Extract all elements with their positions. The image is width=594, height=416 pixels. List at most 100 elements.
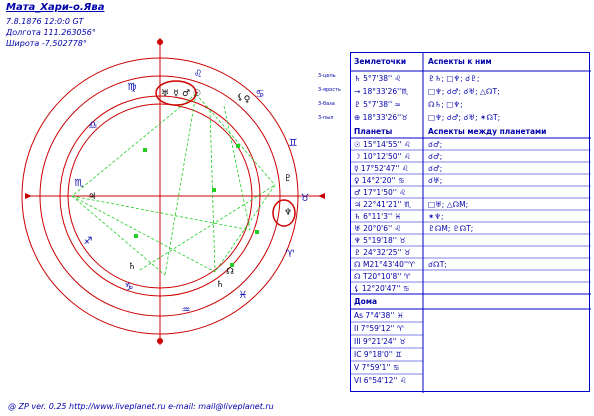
row-label: II 7°59'12'' ♈ xyxy=(354,324,404,333)
table-row: As 7°4'38'' ♓ xyxy=(354,311,404,321)
table-row: ♇ 5°7'38'' ≈ ☊♄; □♆; xyxy=(354,100,463,110)
row-label: IC 9°18'0'' ♊ xyxy=(354,350,402,359)
table-row: ♅ 20°0'6'' ♌ ♇☊М; ♇☊Т; xyxy=(354,224,473,234)
table-row: → 18°33'26''♏ □♆; ☌♂; ☌♅; △☊Т; xyxy=(354,87,500,97)
table-row: ♆ 5°19'18'' ♉ xyxy=(354,236,406,246)
sign-glyph: ♒ xyxy=(182,305,191,316)
planet-glyph: ♆ xyxy=(284,208,292,218)
table-row: VI 6°54'12'' ♌ xyxy=(354,376,407,386)
table-row: ♂ 17°1'50'' ♌ xyxy=(354,188,406,198)
sign-glyph: ♉ xyxy=(301,193,310,204)
aspect-lines xyxy=(71,93,276,276)
legend-item: 3-пыл xyxy=(318,115,333,121)
aspects-table: Землеточки Аспекты к ним Планеты Аспекты… xyxy=(350,52,591,393)
table-row: III 9°21'24'' ♉ xyxy=(354,337,406,347)
table-row: ♄ 5°7'38'' ♌ ♇♄; □♆; ☌♇; xyxy=(354,74,479,84)
row-label: ♃ 22°41'21'' ♏ xyxy=(354,200,411,209)
planet-glyph: ☊ xyxy=(226,267,234,277)
table-row: II 7°59'12'' ♈ xyxy=(354,324,404,334)
sign-glyph: ♍ xyxy=(128,82,137,93)
row-label: VI 6°54'12'' ♌ xyxy=(354,376,407,385)
row-aspects: ☌♂; xyxy=(428,152,443,161)
sign-glyph: ♈ xyxy=(286,249,295,260)
asc-arrow-icon xyxy=(25,193,32,199)
table-row: ♄ 6°11'3'' ♓ ✶♆; xyxy=(354,212,444,222)
aspect-line xyxy=(223,105,251,231)
table-row: ♇ 24°32'25'' ♉ xyxy=(354,248,411,258)
row-label: ♆ 5°19'18'' ♉ xyxy=(354,236,407,245)
aspect-line xyxy=(71,195,251,231)
aspect-line xyxy=(214,184,276,273)
aspect-marker xyxy=(143,148,147,152)
row-aspects: ☌♂; xyxy=(428,164,443,173)
table-row: ♃ 22°41'21'' ♏ □♅; △☊М; xyxy=(354,200,468,210)
row-aspects: □♆; ☌♂; ☌♅; △☊Т; xyxy=(428,87,500,96)
planet-glyph: ♃ xyxy=(88,192,96,202)
table-row: ⊕ 18°33'26''♉ □♆; ☌♂; ☌♅; ✶☊Т; xyxy=(354,113,500,123)
row-aspects: □♅; △☊М; xyxy=(428,200,469,209)
col-header: Аспекты к ним xyxy=(428,57,492,66)
table-row: ☊ М21°43'40''♈ ☌☊Т; xyxy=(354,260,447,270)
row-label: ☊ М21°43'40''♈ xyxy=(354,260,415,269)
planet-glyph: ♀ xyxy=(244,95,251,105)
table-row: V 7°59'1'' ♋ xyxy=(354,363,400,373)
aspect-marker xyxy=(134,234,138,238)
ic-marker-icon xyxy=(157,338,163,344)
houses-header: Дома xyxy=(354,297,377,306)
planet-glyph: ♄ xyxy=(128,262,136,272)
sign-glyph: ♋ xyxy=(256,89,265,100)
table-row: ♀ 14°2'20'' ♋ ☌♅; xyxy=(354,176,442,186)
row-label: ♄ 6°11'3'' ♓ xyxy=(354,212,402,221)
sign-glyph: ♌ xyxy=(194,69,203,80)
row-label: ⚸ 12°20'47'' ♋ xyxy=(354,284,410,293)
sign-glyph: ♑ xyxy=(125,282,134,293)
row-aspects: ☌☊Т; xyxy=(428,260,447,269)
col-header: Дома xyxy=(354,297,378,306)
earth-points-header: Землеточки Аспекты к ним xyxy=(354,57,492,66)
row-label: ♀ 14°2'20'' ♋ xyxy=(354,176,405,185)
planets-header: Планеты Аспекты между планетами xyxy=(354,127,546,136)
table-row: IC 9°18'0'' ♊ xyxy=(354,350,402,360)
aspect-line xyxy=(71,195,216,273)
row-label: ⊕ 18°33'26''♉ xyxy=(354,113,408,122)
aspect-marker xyxy=(255,230,259,234)
col-header: Планеты xyxy=(354,127,393,136)
sign-glyph: ♊ xyxy=(289,138,298,149)
sign-glyphs: ♌♋♊♉♈♓♒♑♐♏♎♍ xyxy=(75,69,310,316)
row-label: ☉ 15°14'55'' ♌ xyxy=(354,140,411,149)
row-label: III 9°21'24'' ♉ xyxy=(354,337,406,346)
row-label: ♄ 5°7'38'' ♌ xyxy=(354,74,402,83)
aspect-marker xyxy=(236,144,240,148)
row-label: ☽ 10°12'50'' ♌ xyxy=(354,152,411,161)
row-aspects: ☌♂; xyxy=(428,140,443,149)
aspect-marker xyxy=(212,188,216,192)
table-row: ☿ 17°52'47'' ♌ ☌♂; xyxy=(354,164,442,174)
row-label: As 7°4'38'' ♓ xyxy=(354,311,404,320)
sign-glyph: ♐ xyxy=(84,236,93,247)
legend-item: 3-цель xyxy=(318,73,336,79)
legend-item: 3-ярость xyxy=(318,87,341,93)
mc-marker-icon xyxy=(157,39,163,45)
sign-glyph: ♎ xyxy=(89,120,98,131)
row-label: ☊ Т20°10'8'' ♈ xyxy=(354,272,411,281)
planet-glyph: ♅ xyxy=(161,89,169,99)
row-label: ♂ 17°1'50'' ♌ xyxy=(354,188,407,197)
row-label: ♅ 20°0'6'' ♌ xyxy=(354,224,402,233)
row-aspects: ♇☊М; ♇☊Т; xyxy=(428,224,474,233)
row-aspects: ✶♆; xyxy=(428,212,444,221)
row-label: ☿ 17°52'47'' ♌ xyxy=(354,164,409,173)
table-row: ☽ 10°12'50'' ♌ ☌♂; xyxy=(354,152,442,162)
table-row: ☊ Т20°10'8'' ♈ xyxy=(354,272,411,282)
zodiac-wheel: ♌♋♊♉♈♓♒♑♐♏♎♍ ♅ ☿ ♂ ☉♀♇♆♄♃♄ ☊⚸ 3-цель 3-ярост… xyxy=(21,38,341,345)
row-aspects: ♇♄; □♆; ☌♇; xyxy=(428,74,480,83)
planet-glyph: ♄ xyxy=(216,280,224,290)
row-label: ♇ 5°7'38'' ≈ xyxy=(354,100,401,109)
sign-glyph: ♓ xyxy=(239,290,248,301)
row-aspects: □♆; ☌♂; ☌♅; ✶☊Т; xyxy=(428,113,501,122)
legend-item: 3-база xyxy=(318,101,335,107)
row-aspects: ☊♄; □♆; xyxy=(428,100,463,109)
table-row: ⚸ 12°20'47'' ♋ xyxy=(354,284,410,294)
planet-glyph: ☿ xyxy=(173,89,179,99)
planet-glyph: ♂ xyxy=(182,89,190,99)
planet-glyph: ⚸ xyxy=(237,93,244,103)
